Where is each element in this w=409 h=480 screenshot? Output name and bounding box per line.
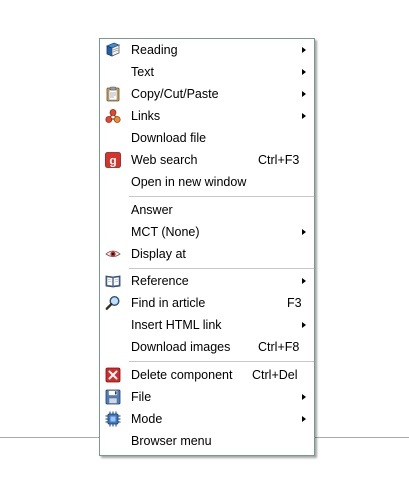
menu-item-label: Download images bbox=[131, 340, 231, 354]
menu-item-label: Browser menu bbox=[131, 434, 212, 448]
menu-item-file[interactable]: File bbox=[100, 386, 314, 408]
menu-item-download-images[interactable]: Download images Ctrl+F8 bbox=[100, 336, 314, 358]
menu-item-browser-menu[interactable]: Browser menu bbox=[100, 430, 314, 452]
menu-item-label: Answer bbox=[131, 203, 173, 217]
menu-item-answer[interactable]: Answer bbox=[100, 199, 314, 221]
submenu-arrow-icon bbox=[302, 416, 306, 422]
menu-separator bbox=[129, 196, 314, 197]
clipboard-icon bbox=[105, 86, 121, 102]
menu-item-label: Web search bbox=[131, 153, 198, 167]
menu-item-shortcut: Ctrl+F8 bbox=[258, 340, 300, 354]
menu-item-label: Reference bbox=[131, 274, 189, 288]
menu-item-label: Copy/Cut/Paste bbox=[131, 87, 219, 101]
floppy-disk-icon bbox=[105, 389, 121, 405]
menu-item-label: MCT (None) bbox=[131, 225, 200, 239]
delete-x-icon bbox=[105, 367, 121, 383]
menu-item-text[interactable]: Text bbox=[100, 61, 314, 83]
menu-item-copy-cut-paste[interactable]: Copy/Cut/Paste bbox=[100, 83, 314, 105]
menu-item-find-in-article[interactable]: Find in article F3 bbox=[100, 292, 314, 314]
menu-item-delete-component[interactable]: Delete component Ctrl+Del bbox=[100, 364, 314, 386]
link-nodes-icon bbox=[105, 108, 121, 124]
menu-item-label: Open in new window bbox=[131, 175, 247, 189]
menu-item-label: File bbox=[131, 390, 152, 404]
open-book-icon bbox=[105, 273, 121, 289]
menu-item-reference[interactable]: Reference bbox=[100, 270, 314, 292]
submenu-arrow-icon bbox=[302, 278, 306, 284]
menu-item-label: Links bbox=[131, 109, 161, 123]
menu-item-shortcut: Ctrl+F3 bbox=[258, 153, 300, 167]
submenu-arrow-icon bbox=[302, 69, 306, 75]
menu-item-shortcut: Ctrl+Del bbox=[252, 368, 298, 382]
menu-item-download-file[interactable]: Download file bbox=[100, 127, 314, 149]
menu-item-mode[interactable]: Mode bbox=[100, 408, 314, 430]
submenu-arrow-icon bbox=[302, 113, 306, 119]
menu-item-label: Mode bbox=[131, 412, 163, 426]
magnifier-icon bbox=[105, 295, 121, 311]
google-g-icon: g bbox=[105, 152, 121, 168]
menu-item-label: Insert HTML link bbox=[131, 318, 222, 332]
menu-item-label: Text bbox=[131, 65, 154, 79]
submenu-arrow-icon bbox=[302, 394, 306, 400]
menu-separator bbox=[129, 268, 314, 269]
menu-item-label: Reading bbox=[131, 43, 178, 57]
menu-item-web-search[interactable]: g Web search Ctrl+F3 bbox=[100, 149, 314, 171]
context-menu: Reading Text Copy/Cut/Paste Links Downlo… bbox=[99, 38, 315, 456]
menu-item-links[interactable]: Links bbox=[100, 105, 314, 127]
menu-item-label: Find in article bbox=[131, 296, 206, 310]
submenu-arrow-icon bbox=[302, 91, 306, 97]
menu-item-label: Display at bbox=[131, 247, 186, 261]
menu-item-label: Delete component bbox=[131, 368, 233, 382]
chip-icon bbox=[105, 411, 121, 427]
submenu-arrow-icon bbox=[302, 47, 306, 53]
menu-item-shortcut: F3 bbox=[287, 296, 302, 310]
book-icon bbox=[105, 42, 121, 58]
menu-item-display-at[interactable]: Display at bbox=[100, 243, 314, 265]
menu-item-open-in-new-window[interactable]: Open in new window bbox=[100, 171, 314, 193]
menu-item-insert-html-link[interactable]: Insert HTML link bbox=[100, 314, 314, 336]
menu-item-reading[interactable]: Reading bbox=[100, 39, 314, 61]
submenu-arrow-icon bbox=[302, 322, 306, 328]
menu-item-mct[interactable]: MCT (None) bbox=[100, 221, 314, 243]
svg-text:g: g bbox=[109, 154, 116, 168]
eye-icon bbox=[105, 246, 121, 262]
menu-separator bbox=[129, 361, 314, 362]
submenu-arrow-icon bbox=[302, 229, 306, 235]
menu-item-label: Download file bbox=[131, 131, 207, 145]
